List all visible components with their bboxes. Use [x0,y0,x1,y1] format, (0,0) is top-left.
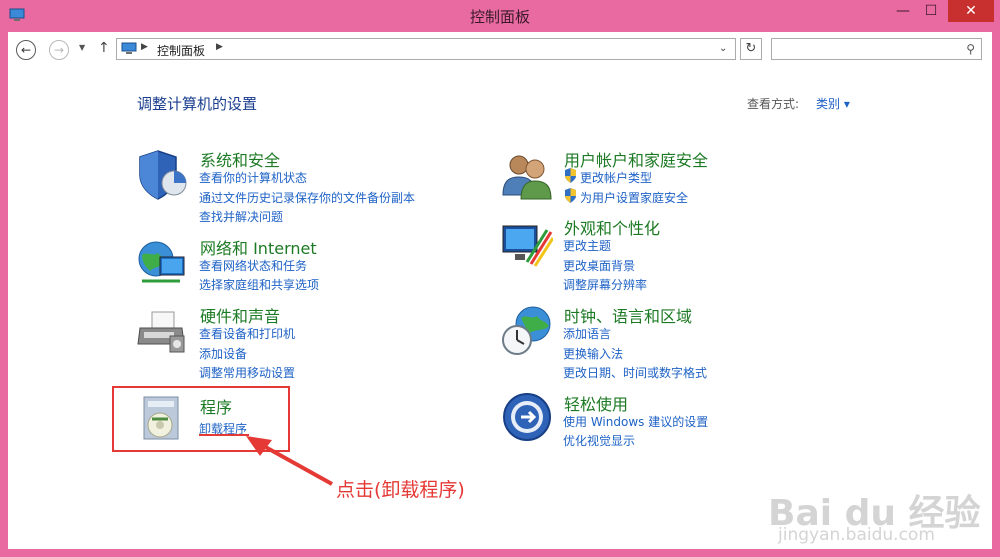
category-system-security[interactable]: 系统和安全 [200,147,280,171]
category-user-accounts[interactable]: 用户帐户和家庭安全 [564,147,708,171]
category-hardware-sound[interactable]: 硬件和声音 [200,303,280,327]
control-panel-window: ← → ▼ ↑ ▶ 控制面板 ▶ ⌄ ↻ ⚲ 调整计算机的设置 查看方式: 类别… [8,32,992,549]
address-history-chevron-icon[interactable]: ⌄ [719,43,727,54]
control-panel-icon [121,42,137,54]
printer-icon[interactable] [136,306,188,358]
link-add-device[interactable]: 添加设备 [199,345,247,362]
clock-globe-icon[interactable] [501,304,553,356]
ease-of-access-icon[interactable] [501,391,553,443]
link-change-theme[interactable]: 更改主题 [563,237,611,254]
back-button[interactable]: ← [16,40,36,60]
page-title: 调整计算机的设置 [137,95,258,113]
link-windows-suggested-settings[interactable]: 使用 Windows 建议的设置 [563,413,708,430]
link-adjust-resolution[interactable]: 调整屏幕分辨率 [563,276,647,293]
category-clock-language-region[interactable]: 时钟、语言和区域 [564,303,692,327]
monitor-palette-icon[interactable] [501,220,553,272]
link-add-language[interactable]: 添加语言 [563,325,611,342]
category-ease-of-access[interactable]: 轻松使用 [564,391,628,415]
annotation-arrow-icon [246,436,333,486]
search-icon[interactable]: ⚲ [966,42,975,56]
link-change-account-type[interactable]: 更改帐户类型 [580,169,652,186]
link-devices-printers[interactable]: 查看设备和打印机 [199,325,295,342]
title-bar: 控制面板 — ☐ ✕ [0,0,1000,32]
search-input[interactable]: ⚲ [771,38,982,60]
category-network-internet[interactable]: 网络和 Internet [200,235,317,259]
annotation-text: 点击(卸载程序) [336,479,465,501]
link-mobility-settings[interactable]: 调整常用移动设置 [199,364,295,381]
link-view-network-status[interactable]: 查看网络状态和任务 [199,257,307,274]
link-optimize-visual-display[interactable]: 优化视觉显示 [563,432,635,449]
uac-shield-icon [565,168,576,183]
link-change-desktop-background[interactable]: 更改桌面背景 [563,257,635,274]
link-family-safety[interactable]: 为用户设置家庭安全 [580,189,688,206]
link-homegroup-sharing[interactable]: 选择家庭组和共享选项 [199,276,319,293]
view-by-dropdown[interactable]: 类别 ▾ [816,95,850,112]
category-appearance[interactable]: 外观和个性化 [564,215,660,239]
recent-locations-dropdown-icon[interactable]: ▼ [79,43,85,52]
link-change-input-method[interactable]: 更换输入法 [563,345,623,362]
refresh-button[interactable]: ↻ [740,38,762,60]
link-view-computer-status[interactable]: 查看你的计算机状态 [199,169,307,186]
view-by-label: 查看方式: [747,97,800,111]
forward-button[interactable]: → [49,40,69,60]
shield-icon[interactable] [136,149,188,201]
close-button[interactable]: ✕ [948,0,994,22]
watermark-url: jingyan.baidu.com [778,525,935,545]
up-arrow-icon[interactable]: ↑ [98,40,110,56]
breadcrumb-control-panel[interactable]: 控制面板 [157,42,205,59]
users-icon[interactable] [501,151,553,203]
address-bar[interactable]: ▶ 控制面板 ▶ ⌄ [116,38,736,60]
uac-shield-icon [565,188,576,203]
link-file-history-backup[interactable]: 通过文件历史记录保存你的文件备份副本 [199,189,415,206]
link-change-date-time-format[interactable]: 更改日期、时间或数字格式 [563,364,707,381]
network-globe-icon[interactable] [136,237,188,289]
link-find-fix-problems[interactable]: 查找并解决问题 [199,208,283,225]
navigation-bar: ← → ▼ ↑ ▶ 控制面板 ▶ ⌄ ↻ ⚲ [8,32,992,68]
breadcrumb-separator-icon[interactable]: ▶ [141,42,148,52]
maximize-button[interactable]: ☐ [914,0,948,22]
window-title: 控制面板 [469,8,530,26]
breadcrumb-separator-icon[interactable]: ▶ [216,42,223,52]
